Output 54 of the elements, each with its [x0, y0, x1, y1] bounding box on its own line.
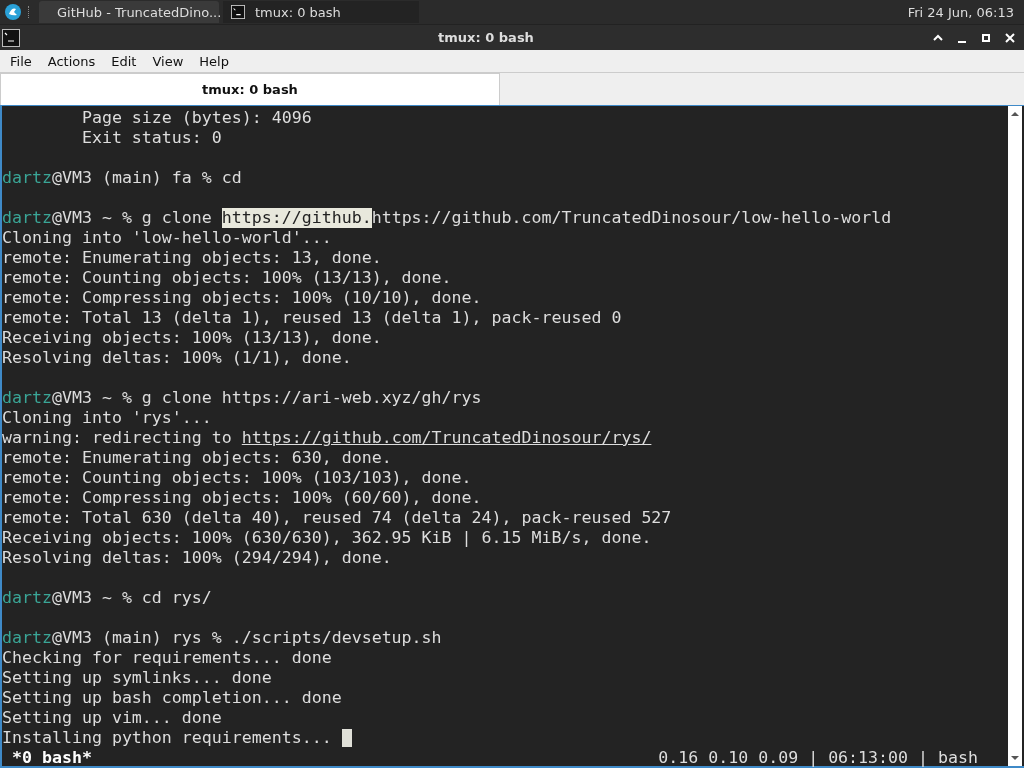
terminal-text: Receiving objects: 100% (13/13), done.	[2, 328, 382, 348]
terminal-text: @VM3 (main) fa % cd	[51, 168, 242, 188]
terminal-text: warning: redirecting to	[2, 428, 233, 448]
window-title: tmux: 0 bash	[437, 30, 535, 45]
taskbar-button[interactable]: tmux: 0 bash	[223, 1, 419, 23]
terminal-text: Setting up vim... done	[2, 708, 222, 728]
scrollbar[interactable]	[1008, 106, 1022, 766]
terminal-text: @VM3 (main) rys % ./scripts/devsetup.sh	[51, 628, 442, 648]
scroll-up-icon[interactable]	[1010, 110, 1020, 118]
terminal-text: Installing python requirements...	[2, 728, 333, 748]
prompt-user: dartz	[2, 168, 52, 188]
terminal-text: Receiving objects: 100% (630/630), 362.95 KiB | 6.15 MiB/s, done.	[2, 528, 652, 548]
terminal-text: Cloning into 'rys'...	[2, 408, 212, 428]
terminal-text: @VM3 ~ % g clone https://ari-web.xyz/gh/rys	[51, 388, 482, 408]
prompt-user: dartz	[2, 388, 52, 408]
terminal-text: remote: Enumerating objects: 630, done.	[2, 448, 392, 468]
terminal-icon	[231, 5, 245, 19]
terminal-text: Checking for requirements... done	[2, 648, 332, 668]
terminal-text: Setting up symlinks... done	[2, 668, 272, 688]
app-menu-icon[interactable]	[4, 3, 22, 21]
terminal-text: Page size (bytes): 4096	[80, 108, 312, 128]
menu-item[interactable]: File	[2, 53, 40, 69]
tmux-status: 0.16 0.10 0.09 | 06:13:00 | bash	[658, 748, 978, 768]
terminal-text: Setting up bash completion... done	[2, 688, 342, 708]
prompt-user: dartz	[2, 208, 52, 228]
terminal-text: remote: Compressing objects: 100% (10/10), done.	[2, 288, 482, 308]
terminal-text: Cloning into 'low-hello-world'...	[2, 228, 332, 248]
terminal-text: remote: Total 630 (delta 40), reused 74 (delta 24), pack-reused 527	[2, 508, 672, 528]
terminal-text: remote: Counting objects: 100% (103/103), done.	[2, 468, 472, 488]
selected-text: https://github.	[221, 208, 372, 228]
menu-item[interactable]: Edit	[103, 53, 145, 69]
taskbar-button[interactable]: GitHub - TruncatedDino...	[39, 1, 219, 23]
maximize-icon[interactable]	[980, 31, 992, 44]
terminal-text: Resolving deltas: 100% (1/1), done.	[2, 348, 352, 368]
tab[interactable]: tmux: 0 bash	[0, 73, 500, 105]
menu-item[interactable]: View	[144, 53, 192, 69]
terminal-text: remote: Counting objects: 100% (13/13), done.	[2, 268, 452, 288]
terminal-text: Exit status: 0	[80, 128, 222, 148]
menu-item[interactable]: Help	[191, 53, 237, 69]
terminal-text: @VM3 ~ % g clone	[51, 208, 213, 228]
tmux-window-name: *0 bash*	[11, 748, 92, 768]
terminal-icon	[2, 28, 20, 47]
menu-item[interactable]: Actions	[39, 53, 104, 69]
terminal-text: https://github.com/TruncatedDinosour/low-hello-world	[371, 208, 892, 228]
terminal-text: Resolving deltas: 100% (294/294), done.	[2, 548, 392, 568]
prompt-user: dartz	[2, 628, 52, 648]
terminal-text: @VM3 ~ % cd rys/	[51, 588, 212, 608]
close-icon[interactable]	[1004, 31, 1016, 44]
terminal-text: remote: Compressing objects: 100% (60/60), done.	[2, 488, 482, 508]
terminal-text: remote: Enumerating objects: 13, done.	[2, 248, 382, 268]
scroll-down-icon[interactable]	[1010, 754, 1020, 762]
prompt-user: dartz	[2, 588, 52, 608]
clock: Fri 24 Jun, 06:13	[907, 4, 1014, 20]
terminal-text: remote: Total 13 (delta 1), reused 13 (delta 1), pack-reused 0	[2, 308, 622, 328]
